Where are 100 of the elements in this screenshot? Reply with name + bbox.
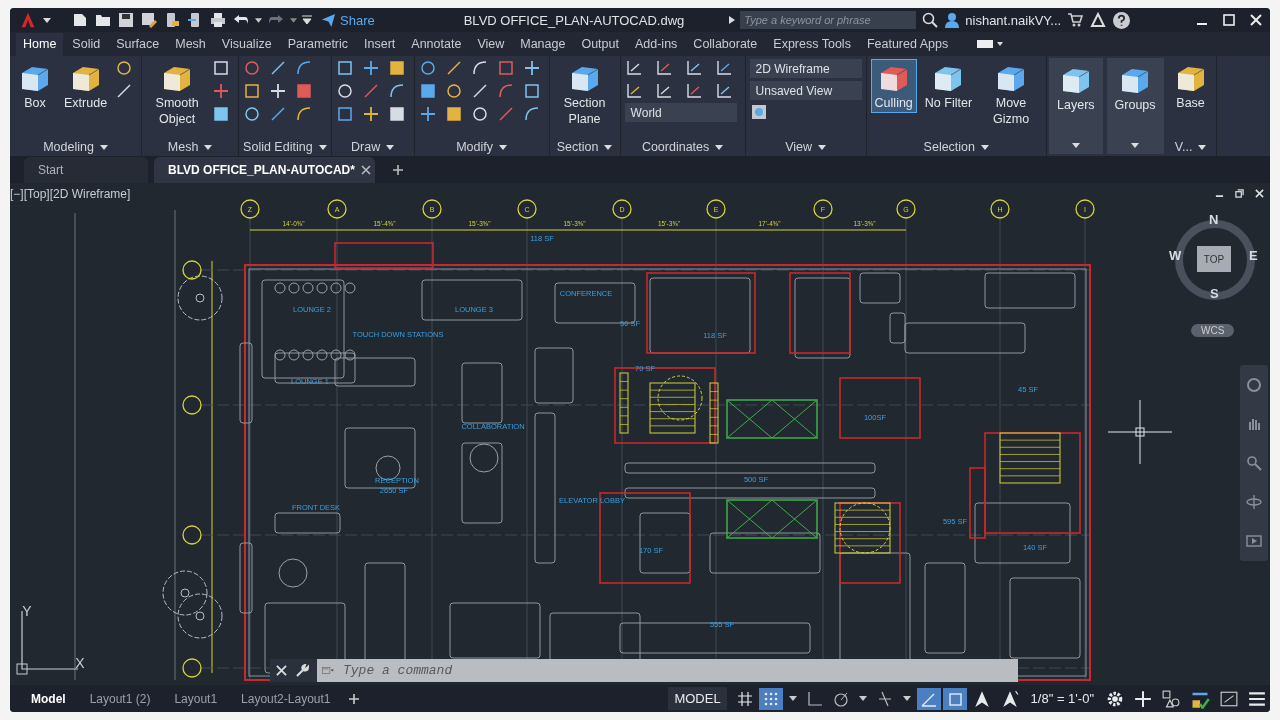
panel-title[interactable]: Selection — [923, 140, 976, 154]
tool-icon[interactable] — [269, 105, 288, 123]
user-name[interactable]: nishant.naikVY... — [965, 12, 1062, 28]
tool-icon[interactable] — [115, 59, 134, 77]
caret-icon[interactable] — [43, 17, 51, 23]
status-toggle-button[interactable] — [758, 687, 783, 710]
showmotion-icon[interactable] — [1246, 533, 1262, 550]
tool-icon[interactable] — [444, 82, 463, 100]
customize-icon[interactable] — [302, 15, 312, 25]
ribbon-tab[interactable]: Visualize — [214, 33, 279, 56]
coordinate-icon[interactable] — [624, 59, 643, 77]
viewcube-face[interactable]: TOP — [1197, 246, 1231, 272]
caret-icon[interactable] — [1198, 144, 1207, 150]
dropdown-field[interactable]: 2D Wireframe — [749, 59, 862, 78]
caret-icon[interactable] — [1131, 142, 1140, 148]
layout-tab[interactable]: Layout1 — [163, 691, 229, 706]
tool-icon[interactable] — [522, 59, 541, 77]
panel-toggle-icon[interactable] — [977, 39, 1004, 49]
panel-title[interactable]: Modeling — [43, 140, 94, 154]
caret-icon[interactable] — [386, 144, 395, 150]
viewport-controls-label[interactable]: [−][Top][2D Wireframe] — [10, 187, 131, 201]
ribbon-tool-button[interactable]: Move Gizmo — [980, 59, 1043, 129]
tool-icon[interactable] — [470, 105, 489, 123]
help-icon[interactable] — [1113, 11, 1131, 29]
caret-icon[interactable] — [1071, 142, 1080, 148]
ribbon-tab[interactable]: Parametric — [280, 33, 356, 56]
panel-title[interactable]: Draw — [351, 140, 381, 154]
tool-icon[interactable] — [418, 59, 437, 77]
ribbon-tab[interactable]: Collaborate — [686, 33, 765, 56]
annotation-autoscale-icon[interactable] — [1000, 689, 1019, 708]
coordinate-icon[interactable] — [684, 82, 703, 100]
app-logo-icon[interactable] — [19, 11, 37, 29]
tool-icon[interactable] — [243, 105, 262, 123]
ribbon-tab[interactable]: Output — [574, 33, 626, 56]
printer-icon[interactable] — [210, 12, 226, 28]
coordinate-icon[interactable] — [654, 82, 673, 100]
maximize-icon[interactable] — [1223, 14, 1235, 26]
isolate-objects-icon[interactable] — [1162, 689, 1180, 708]
scale-dropdown[interactable]: 1/8" = 1'-0" — [1024, 691, 1100, 706]
tool-icon[interactable] — [361, 105, 380, 123]
ribbon-tab[interactable]: Insert — [357, 33, 403, 56]
new-file-icon[interactable] — [72, 12, 88, 28]
expand-arrow-icon[interactable] — [729, 16, 736, 24]
caret-icon[interactable] — [981, 144, 990, 150]
dropdown-field[interactable]: Unsaved View — [749, 81, 862, 100]
coordinate-icon[interactable] — [684, 59, 703, 77]
close-icon[interactable] — [1255, 189, 1264, 198]
restore-icon[interactable] — [1235, 189, 1244, 198]
dropdown-field[interactable]: World — [624, 103, 737, 122]
caret-icon[interactable] — [715, 144, 724, 150]
ribbon-tab[interactable]: Annotate — [404, 33, 469, 56]
coordinate-icon[interactable] — [624, 82, 643, 100]
tool-icon[interactable] — [470, 59, 489, 77]
share-button[interactable]: Share — [317, 12, 379, 28]
triangle-network-icon[interactable] — [1090, 12, 1107, 28]
plus-icon[interactable] — [392, 164, 403, 175]
compass-south[interactable]: S — [1210, 286, 1219, 301]
ribbon-tab[interactable]: Surface — [109, 33, 167, 56]
ribbon-tool-button[interactable]: No Filter — [920, 59, 977, 113]
folder-icon[interactable] — [95, 12, 111, 28]
tool-icon[interactable] — [522, 82, 541, 100]
wrench-icon[interactable] — [295, 663, 309, 678]
export-icon[interactable] — [164, 12, 180, 28]
caret-icon[interactable] — [204, 144, 213, 150]
tool-icon[interactable] — [387, 105, 406, 123]
tool-icon[interactable] — [522, 105, 541, 123]
ribbon-tab[interactable]: View — [470, 33, 512, 56]
orbit-icon[interactable] — [1246, 494, 1262, 511]
tool-icon[interactable] — [243, 82, 262, 100]
ribbon-tab[interactable]: Add-ins — [627, 33, 685, 56]
ribbon-tool-button[interactable]: Section Plane — [553, 59, 616, 129]
caret-icon[interactable] — [318, 144, 327, 150]
tool-icon[interactable] — [212, 105, 231, 123]
ribbon-tool-button[interactable]: Culling — [870, 59, 917, 113]
settings-icon[interactable] — [1106, 689, 1124, 708]
tool-icon[interactable] — [387, 59, 406, 77]
tool-icon[interactable] — [335, 59, 354, 77]
tool-icon[interactable] — [444, 105, 463, 123]
ribbon-tab[interactable]: Express Tools — [766, 33, 858, 56]
document-tab[interactable]: BLVD OFFICE_PLAN-AUTOCAD* — [154, 156, 375, 183]
status-toggle-button[interactable] — [942, 687, 967, 710]
layout-tab[interactable]: Model — [20, 691, 77, 706]
plus-icon[interactable] — [349, 693, 360, 704]
close-icon[interactable] — [276, 665, 287, 676]
fullscreen-icon[interactable] — [1220, 689, 1238, 708]
coordinate-icon[interactable] — [714, 82, 733, 100]
search-field[interactable]: Type a keyword or phrase — [740, 11, 917, 29]
coordinate-icon[interactable] — [714, 59, 733, 77]
viewport-icon[interactable] — [749, 103, 768, 121]
status-toggle-button[interactable] — [916, 687, 941, 710]
ribbon-tool-button[interactable]: Smooth Object — [146, 59, 209, 129]
tool-icon[interactable] — [269, 82, 288, 100]
compass-west[interactable]: W — [1169, 248, 1182, 263]
document-tab[interactable]: Start — [24, 156, 148, 183]
ribbon-tool-button[interactable]: Box — [14, 59, 56, 113]
ribbon-tab[interactable]: Solid — [65, 33, 108, 56]
compass-east[interactable]: E — [1249, 248, 1258, 263]
panel-title[interactable]: Modify — [456, 140, 493, 154]
panel-title[interactable]: Section — [556, 140, 599, 154]
save-as-icon[interactable] — [141, 12, 157, 28]
